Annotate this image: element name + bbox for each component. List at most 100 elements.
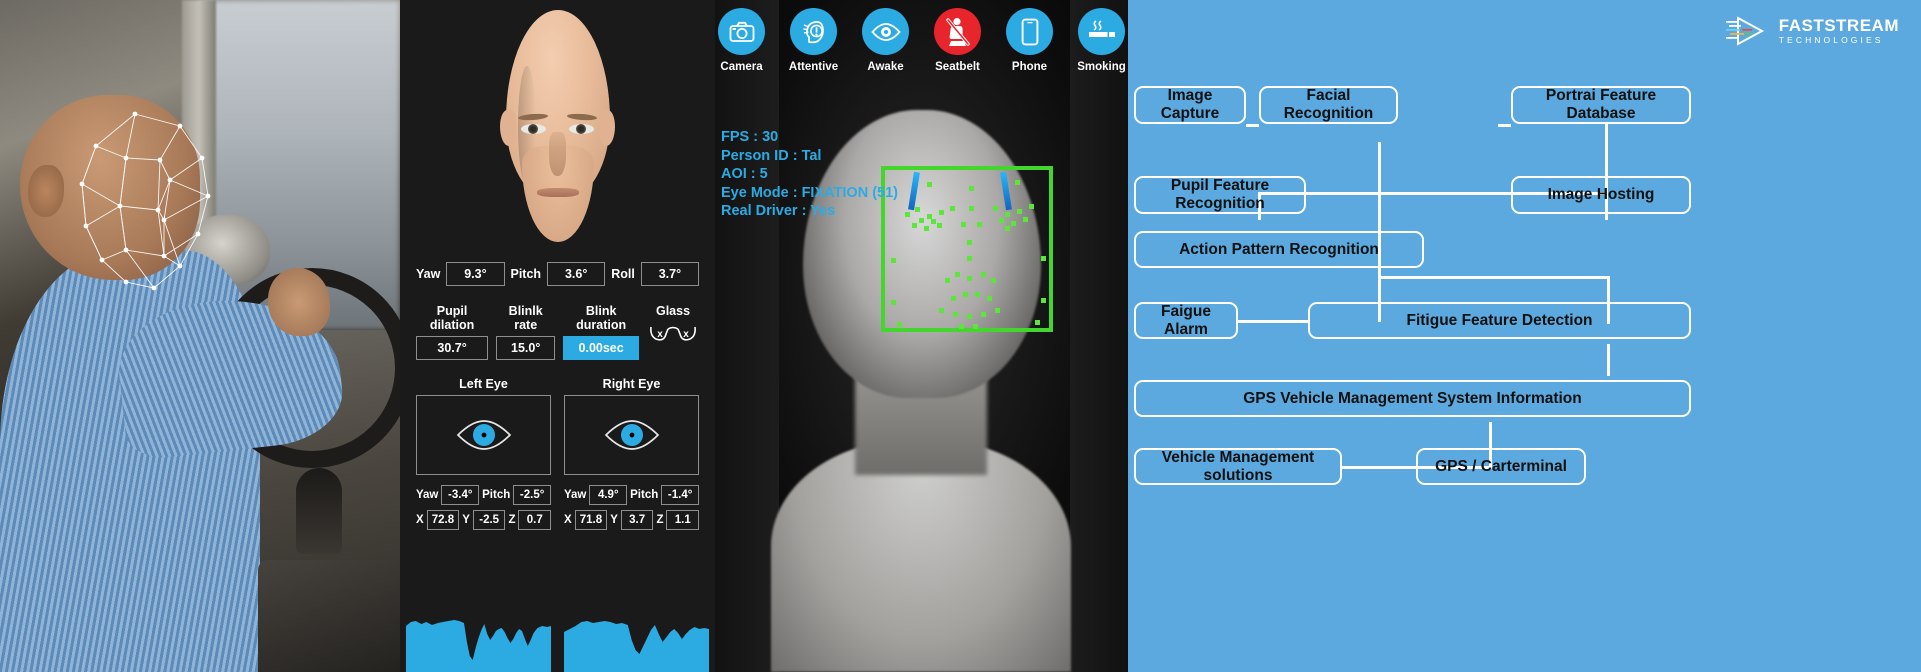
telemetry-person-id: Person ID : Tal bbox=[721, 147, 822, 164]
eye-icon bbox=[604, 420, 659, 450]
head-pose-3d-viewport[interactable] bbox=[410, 0, 705, 258]
status-item-smoking[interactable]: Smoking bbox=[1075, 8, 1128, 73]
eye-titles-row: Left Eye Right Eye bbox=[410, 377, 705, 391]
left-eye-preview[interactable] bbox=[416, 395, 551, 475]
right-eye-z-value: 1.1 bbox=[666, 510, 700, 530]
status-label-awake: Awake bbox=[867, 61, 904, 73]
right-eye-x-label: X bbox=[564, 514, 572, 526]
edge-alarm-fatigue bbox=[1236, 320, 1308, 323]
node-fatigue-feature-detection[interactable]: Fitigue Feature Detection bbox=[1308, 302, 1691, 339]
telemetry-real-driver: Real Driver : Yes bbox=[721, 203, 836, 220]
glass-group: Glass x x bbox=[647, 304, 699, 360]
face-mesh-wireframe-icon bbox=[79, 111, 211, 291]
status-item-camera[interactable]: Camera bbox=[715, 8, 768, 73]
left-eye-pitch-value: -2.5° bbox=[513, 485, 552, 505]
head-pose-row: Yaw 9.3° Pitch 3.6° Roll 3.7° bbox=[410, 262, 705, 286]
eye-preview-row bbox=[410, 395, 705, 475]
right-eye-title: Right Eye bbox=[602, 377, 661, 391]
edge-action-fatigue bbox=[1378, 276, 1610, 279]
left-eye-x-value: 72.8 bbox=[426, 510, 460, 530]
left-eye-z-value: 0.7 bbox=[518, 510, 552, 530]
pitch-label: Pitch bbox=[510, 267, 542, 281]
phone-icon bbox=[1006, 8, 1053, 55]
status-item-seatbelt[interactable]: Seatbelt bbox=[931, 8, 984, 73]
right-eye-x-value: 71.8 bbox=[574, 510, 608, 530]
node-image-capture[interactable]: Image Capture bbox=[1134, 86, 1246, 124]
ir-camera-feed: Camera Attentive Awake Seatbelt Phone Sm… bbox=[715, 0, 1128, 672]
seatbelt-icon bbox=[934, 8, 981, 55]
ir-background-right bbox=[1070, 0, 1128, 672]
eye-icon bbox=[456, 420, 511, 450]
left-eye-yaw-label: Yaw bbox=[416, 489, 439, 501]
roll-value: 3.7° bbox=[640, 262, 700, 286]
left-eye-pitch-label: Pitch bbox=[482, 489, 511, 501]
status-item-attentive[interactable]: Attentive bbox=[787, 8, 840, 73]
status-label-phone: Phone bbox=[1011, 61, 1048, 73]
pupil-dilation-group: Pupil dilation 30.7° bbox=[416, 304, 489, 360]
edge-fatigue-gps bbox=[1607, 344, 1610, 376]
gear-shift-lever bbox=[296, 468, 342, 554]
driver-camera-feed bbox=[0, 0, 400, 672]
blink-duration-value: 0.00sec bbox=[563, 336, 639, 360]
camera-icon bbox=[718, 8, 765, 55]
status-item-phone[interactable]: Phone bbox=[1003, 8, 1056, 73]
telemetry-overlay: FPS : 30 Person ID : Tal AOI : 5 Eye Mod… bbox=[721, 128, 898, 221]
node-pupil-feature-recognition[interactable]: Pupil Feature Recognition bbox=[1134, 176, 1306, 214]
roll-label: Roll bbox=[611, 267, 635, 281]
head-avatar-icon bbox=[500, 6, 615, 246]
status-label-smoking: Smoking bbox=[1077, 61, 1126, 73]
telemetry-aoi: AOI : 5 bbox=[721, 166, 768, 183]
ir-background-left bbox=[715, 0, 779, 672]
eye-data-row: Yaw -3.4° Pitch -2.5° X 72.8 Y -2.5 Z 0.… bbox=[410, 485, 705, 535]
status-label-attentive: Attentive bbox=[788, 61, 839, 73]
face-tracking-box bbox=[881, 166, 1053, 332]
blink-duration-group: Blink duration 0.00sec bbox=[563, 304, 639, 360]
node-portrait-feature-database[interactable]: Portrai Feature Database bbox=[1511, 86, 1691, 124]
svg-text:x: x bbox=[683, 329, 689, 340]
node-image-hosting[interactable]: Image Hosting bbox=[1511, 176, 1691, 214]
left-eye-yaw-value: -3.4° bbox=[441, 485, 480, 505]
left-eye-signal-graph bbox=[406, 620, 551, 672]
node-facial-recognition[interactable]: Facial Recognition bbox=[1259, 86, 1398, 124]
node-gps-vms-information[interactable]: GPS Vehicle Management System Informatio… bbox=[1134, 380, 1691, 417]
right-eye-pitch-value: -1.4° bbox=[661, 485, 700, 505]
node-fatigue-alarm[interactable]: Faigue Alarm bbox=[1134, 302, 1238, 339]
node-action-pattern-recognition[interactable]: Action Pattern Recognition bbox=[1134, 231, 1424, 268]
left-eye-y-value: -2.5 bbox=[472, 510, 506, 530]
pupil-dilation-label: Pupil dilation bbox=[429, 304, 475, 332]
glasses-icon: x x bbox=[650, 326, 696, 341]
right-eye-z-label: Z bbox=[656, 514, 664, 526]
awake-eye-icon bbox=[862, 8, 909, 55]
right-eye-data: Yaw 4.9° Pitch -1.4° X 71.8 Y 3.7 Z 1.1 bbox=[564, 485, 700, 535]
logo-line-1: FASTSTREAM bbox=[1778, 16, 1899, 36]
left-eye-data: Yaw -3.4° Pitch -2.5° X 72.8 Y -2.5 Z 0.… bbox=[416, 485, 552, 535]
status-label-seatbelt: Seatbelt bbox=[935, 61, 980, 73]
blink-rate-value: 15.0° bbox=[496, 336, 556, 360]
glass-label: Glass bbox=[655, 304, 691, 318]
smoking-icon bbox=[1078, 8, 1125, 55]
yaw-label: Yaw bbox=[416, 267, 441, 281]
status-icon-bar: Camera Attentive Awake Seatbelt Phone Sm… bbox=[715, 8, 1128, 73]
right-eye-preview[interactable] bbox=[564, 395, 699, 475]
telemetry-fps: FPS : 30 bbox=[721, 129, 779, 145]
right-eye-yaw-value: 4.9° bbox=[589, 485, 628, 505]
right-eye-y-value: 3.7 bbox=[620, 510, 654, 530]
driver-hand bbox=[268, 268, 330, 336]
node-vehicle-management-solutions[interactable]: Vehicle Management solutions bbox=[1134, 448, 1342, 485]
edge-facial-portrait bbox=[1498, 124, 1511, 127]
svg-text:x: x bbox=[657, 329, 663, 340]
company-logo: FASTSTREAM TECHNOLOGIES bbox=[1724, 14, 1899, 48]
left-eye-x-label: X bbox=[416, 514, 424, 526]
edge-capture-facial bbox=[1246, 124, 1259, 127]
status-item-awake[interactable]: Awake bbox=[859, 8, 912, 73]
node-gps-carterminal[interactable]: GPS / Carterminal bbox=[1416, 448, 1586, 485]
right-eye-signal-graph bbox=[564, 621, 709, 672]
left-eye-y-label: Y bbox=[462, 514, 470, 526]
status-label-camera: Camera bbox=[720, 61, 763, 73]
faststream-logo-icon bbox=[1725, 16, 1764, 46]
yaw-value: 9.3° bbox=[446, 262, 505, 286]
attentive-icon bbox=[790, 8, 837, 55]
system-architecture-diagram: FASTSTREAM TECHNOLOGIES Image Capture Fa… bbox=[1128, 0, 1921, 672]
blink-duration-label: Blink duration bbox=[576, 304, 627, 332]
left-eye-title: Left Eye bbox=[459, 377, 508, 391]
